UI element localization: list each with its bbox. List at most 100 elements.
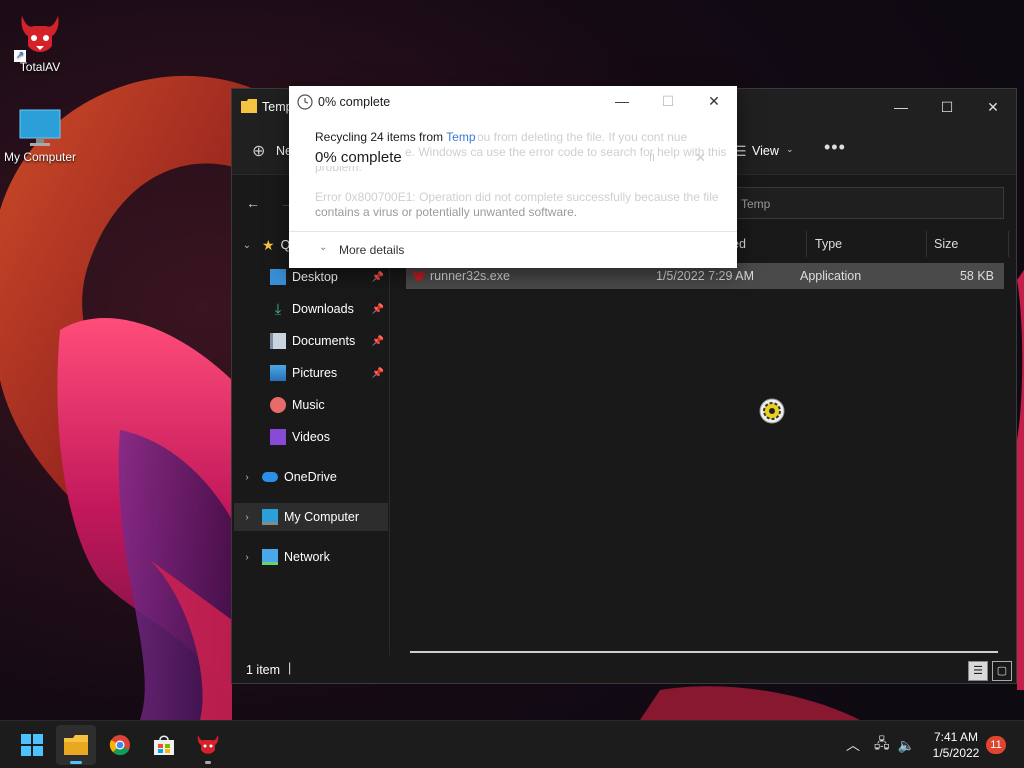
- start-button[interactable]: [12, 725, 52, 765]
- file-list: ed Type Size runner32s.exe 1/5/2022 7:29…: [392, 231, 1016, 655]
- source-folder-link[interactable]: Temp: [446, 130, 475, 144]
- chevron-right-icon: ›: [245, 551, 249, 563]
- store-bag-icon: [154, 735, 174, 755]
- status-bar: 1 item | ☰ ▢: [232, 655, 1016, 685]
- column-divider[interactable]: [1008, 231, 1009, 257]
- running-indicator: [205, 761, 211, 764]
- nav-pictures[interactable]: Pictures 📌: [270, 359, 388, 387]
- desktop-icon-label: My Computer: [3, 150, 77, 164]
- recycle-message-prefix: Recycling 24 items from: [315, 130, 447, 144]
- pin-icon: 📌: [371, 367, 384, 379]
- new-icon: ⊕: [252, 143, 266, 160]
- navigation-pane: ⌄ ★ Q Desktop 📌 ⤓ Downloads 📌 Documents …: [232, 231, 390, 655]
- nav-label: Music: [292, 398, 325, 412]
- progress-percent: 0% complete: [315, 149, 402, 166]
- active-indicator: [70, 761, 82, 764]
- clock[interactable]: 7:41 AM 1/5/2022: [926, 729, 986, 761]
- nav-music[interactable]: Music: [270, 391, 388, 419]
- monitor-icon: [19, 109, 61, 146]
- dialog-footer: ⌄ More details: [289, 231, 737, 268]
- dialog-close-button[interactable]: ✕: [691, 86, 737, 116]
- nav-onedrive[interactable]: › OneDrive: [240, 463, 388, 491]
- dialog-minimize-button[interactable]: —: [599, 86, 645, 116]
- notification-badge[interactable]: 11: [986, 736, 1006, 754]
- clock-date: 1/5/2022: [932, 746, 980, 760]
- taskbar-totalav[interactable]: [188, 725, 228, 765]
- faded-error-text: e. Windows ca use the error code to sear…: [405, 145, 727, 159]
- videos-icon: [270, 429, 286, 445]
- chevron-right-icon: ›: [245, 471, 249, 483]
- system-tray: ︿ 🖧 🔈: [846, 721, 915, 768]
- desktop-icon-my-computer[interactable]: My Computer: [0, 104, 80, 164]
- more-options-button[interactable]: •••: [824, 137, 846, 158]
- clock-time: 7:41 AM: [933, 730, 979, 744]
- more-details-button[interactable]: More details: [339, 243, 404, 257]
- view-button[interactable]: View: [752, 144, 779, 158]
- nav-label: Documents: [292, 334, 356, 348]
- dialog-maximize-button[interactable]: ☐: [645, 86, 691, 116]
- chevron-down-icon: ⌄: [786, 144, 794, 154]
- pause-button[interactable]: II: [649, 152, 655, 164]
- recycle-message: Recycling 24 items from Temp: [315, 130, 478, 144]
- nav-label: Network: [284, 550, 330, 564]
- taskbar: ︿ 🖧 🔈 7:41 AM 1/5/2022 11: [0, 720, 1024, 768]
- nav-videos[interactable]: Videos: [270, 423, 388, 451]
- tiles-view-button[interactable]: ▢: [992, 661, 1012, 681]
- taskbar-file-explorer[interactable]: [56, 725, 96, 765]
- document-icon: [270, 333, 286, 349]
- nav-network[interactable]: › Network: [240, 543, 388, 571]
- show-hidden-icons-button[interactable]: ︿: [846, 735, 860, 755]
- nav-downloads[interactable]: ⤓ Downloads 📌: [270, 295, 388, 323]
- cancel-button[interactable]: ✕: [695, 150, 706, 166]
- desktop-icon-label: TotalAV: [19, 60, 61, 74]
- nav-documents[interactable]: Documents 📌: [270, 327, 388, 355]
- clock-icon: [297, 94, 313, 110]
- file-type: Application: [800, 269, 862, 283]
- maximize-button[interactable]: ☐: [924, 89, 970, 125]
- network-icon: [262, 549, 278, 565]
- windows-logo-icon: [21, 734, 43, 756]
- faded-error-text: you from deleting the file. If you cont …: [471, 130, 688, 144]
- nav-label: Videos: [292, 430, 330, 444]
- nav-label: Pictures: [292, 366, 338, 380]
- file-size: 58 KB: [959, 269, 994, 283]
- totalav-icon: [197, 735, 219, 754]
- nav-label: Desktop: [292, 270, 338, 284]
- taskbar-store[interactable]: [144, 725, 184, 765]
- chevron-down-icon: ⌄: [319, 242, 328, 253]
- application-icon: [413, 269, 425, 282]
- chevron-right-icon: ›: [245, 511, 249, 523]
- download-icon: ⤓: [274, 301, 282, 318]
- folder-icon: [64, 735, 88, 755]
- minimize-button[interactable]: —: [878, 89, 924, 125]
- pin-icon: 📌: [371, 303, 384, 315]
- file-modified: 1/5/2022 7:29 AM: [656, 269, 754, 283]
- dialog-title: 0% complete: [318, 95, 391, 109]
- pin-icon: 📌: [371, 271, 384, 283]
- window-title: Temp: [262, 100, 293, 114]
- column-divider[interactable]: [926, 231, 927, 257]
- network-icon[interactable]: 🖧: [874, 733, 890, 757]
- faded-error-text: Error 0x800700E1: Operation did not comp…: [315, 190, 719, 204]
- monitor-icon: [262, 509, 278, 525]
- column-header-size[interactable]: Size: [934, 231, 958, 257]
- desktop-folder-icon: [270, 269, 286, 285]
- star-icon: ★: [262, 236, 275, 253]
- horizontal-scrollbar[interactable]: [410, 651, 998, 653]
- nav-label: Downloads: [292, 302, 354, 316]
- column-header-type[interactable]: Type: [815, 231, 842, 257]
- close-button[interactable]: ✕: [970, 89, 1016, 125]
- search-placeholder: Temp: [741, 197, 771, 211]
- shortcut-arrow-icon: ↗: [14, 50, 26, 62]
- taskbar-chrome[interactable]: [100, 725, 140, 765]
- details-view-button[interactable]: ☰: [968, 661, 988, 681]
- cloud-icon: [262, 472, 278, 482]
- volume-icon[interactable]: 🔈: [898, 737, 915, 754]
- chevron-down-icon: ⌄: [242, 239, 252, 251]
- search-box[interactable]: Temp: [728, 187, 1004, 219]
- desktop-icon-totalav[interactable]: ↗ TotalAV: [0, 8, 80, 74]
- nav-my-computer[interactable]: › My Computer: [234, 503, 388, 531]
- chrome-icon: [109, 735, 130, 756]
- column-divider[interactable]: [806, 231, 807, 257]
- back-button[interactable]: ←: [246, 195, 260, 211]
